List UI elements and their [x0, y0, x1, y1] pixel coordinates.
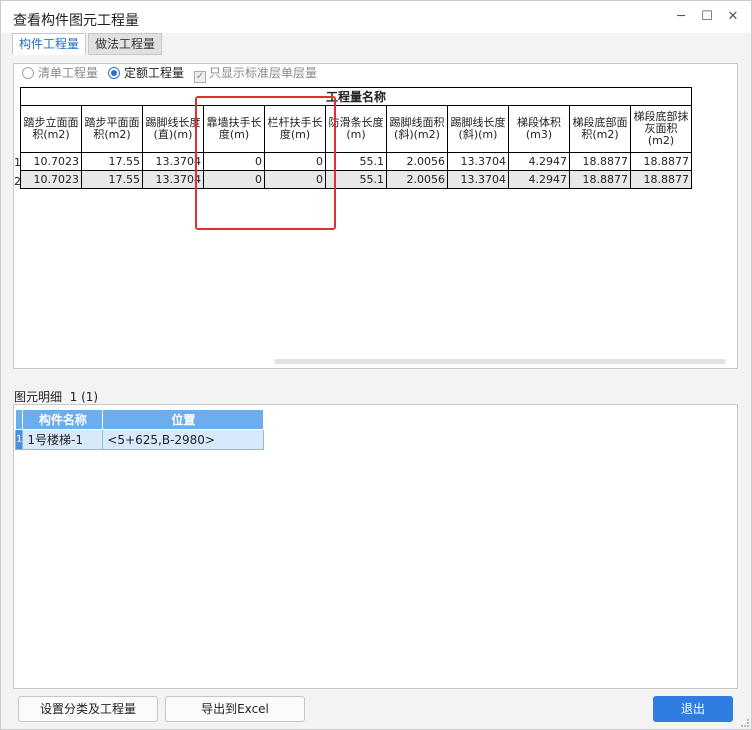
column-header[interactable]: 防滑条长度(m): [325, 105, 387, 153]
table-row[interactable]: 10.7023 17.55 13.3704 0 0 55.1 2.0056 13…: [20, 170, 692, 189]
detail-position-cell[interactable]: <5+625,B-2980>: [102, 429, 265, 450]
table-cell[interactable]: 55.1: [325, 152, 387, 171]
table-cell[interactable]: 18.8877: [630, 152, 692, 171]
table-cell[interactable]: 17.55: [81, 152, 143, 171]
table-cell[interactable]: 18.8877: [569, 152, 631, 171]
table-cell[interactable]: 0: [264, 152, 326, 171]
row-number: 1: [14, 429, 24, 450]
radio-off-icon: [22, 67, 34, 79]
radio-list-quantity[interactable]: 清单工程量: [22, 66, 98, 80]
table-cell[interactable]: 2.0056: [386, 170, 448, 189]
column-header[interactable]: 梯段体积(m3): [508, 105, 570, 153]
table-cell[interactable]: 18.8877: [569, 170, 631, 189]
column-header[interactable]: 梯段底部抹灰面积(m2): [630, 105, 692, 153]
checkmark-icon: ✓: [194, 71, 206, 83]
group-header: 工程量名称: [20, 87, 692, 106]
column-header[interactable]: 靠墙扶手长度(m): [203, 105, 265, 153]
column-header[interactable]: 踏步平面面积(m2): [81, 105, 143, 153]
table-cell[interactable]: 13.3704: [142, 152, 204, 171]
minimize-icon[interactable]: ─: [673, 9, 689, 25]
tab-component-quantity[interactable]: 构件工程量: [12, 33, 86, 55]
table-cell[interactable]: 10.7023: [20, 152, 82, 171]
table-cell[interactable]: 0: [264, 170, 326, 189]
table-cell[interactable]: 13.3704: [142, 170, 204, 189]
close-icon[interactable]: ✕: [725, 9, 741, 25]
table-cell[interactable]: 13.3704: [447, 152, 509, 171]
table-row[interactable]: 10.7023 17.55 13.3704 0 0 55.1 2.0056 13…: [20, 152, 692, 171]
table-cell[interactable]: 13.3704: [447, 170, 509, 189]
table-cell[interactable]: 4.2947: [508, 152, 570, 171]
quantity-table: 工程量名称 踏步立面面积(m2) 踏步平面面积(m2) 踢脚线长度(直)(m) …: [20, 87, 692, 189]
table-row[interactable]: 1 1号楼梯-1 <5+625,B-2980>: [14, 429, 265, 450]
column-header-name[interactable]: 构件名称: [22, 409, 104, 430]
detail-section-label: 图元明细 1 (1): [14, 390, 99, 404]
resize-grip-icon[interactable]: [741, 719, 749, 727]
exit-button[interactable]: 退出: [653, 696, 733, 722]
column-header-position[interactable]: 位置: [102, 409, 265, 430]
table-cell[interactable]: 55.1: [325, 170, 387, 189]
tab-method-quantity[interactable]: 做法工程量: [88, 33, 162, 55]
detail-table: 构件名称 位置 1 1号楼梯-1 <5+625,B-2980>: [14, 409, 265, 450]
detail-name-cell[interactable]: 1号楼梯-1: [22, 429, 104, 450]
detail-corner: [14, 409, 24, 430]
column-header[interactable]: 栏杆扶手长度(m): [264, 105, 326, 153]
column-header[interactable]: 踢脚线面积(斜)(m2): [386, 105, 448, 153]
table-cell[interactable]: 0: [203, 152, 265, 171]
radio-on-icon: [108, 67, 120, 79]
table-cell[interactable]: 10.7023: [20, 170, 82, 189]
window-title: 查看构件图元工程量: [13, 13, 139, 29]
checkbox-standard-floor[interactable]: ✓ 只显示标准层单层量: [194, 66, 317, 83]
table-cell[interactable]: 4.2947: [508, 170, 570, 189]
column-header[interactable]: 踢脚线长度(斜)(m): [447, 105, 509, 153]
title-bar: 查看构件图元工程量 ─ ☐ ✕: [1, 1, 751, 33]
table-cell[interactable]: 18.8877: [630, 170, 692, 189]
maximize-icon[interactable]: ☐: [699, 9, 715, 25]
table-cell[interactable]: 0: [203, 170, 265, 189]
radio-quota-quantity[interactable]: 定额工程量: [108, 66, 184, 80]
detail-count: 1 (1): [69, 390, 99, 404]
horizontal-scrollbar[interactable]: [274, 359, 726, 364]
table-cell[interactable]: 2.0056: [386, 152, 448, 171]
setup-classification-button[interactable]: 设置分类及工程量: [18, 696, 158, 722]
column-header[interactable]: 梯段底部面积(m2): [569, 105, 631, 153]
table-cell[interactable]: 17.55: [81, 170, 143, 189]
column-header[interactable]: 踏步立面面积(m2): [20, 105, 82, 153]
export-excel-button[interactable]: 导出到Excel: [165, 696, 305, 722]
column-header[interactable]: 踢脚线长度(直)(m): [142, 105, 204, 153]
